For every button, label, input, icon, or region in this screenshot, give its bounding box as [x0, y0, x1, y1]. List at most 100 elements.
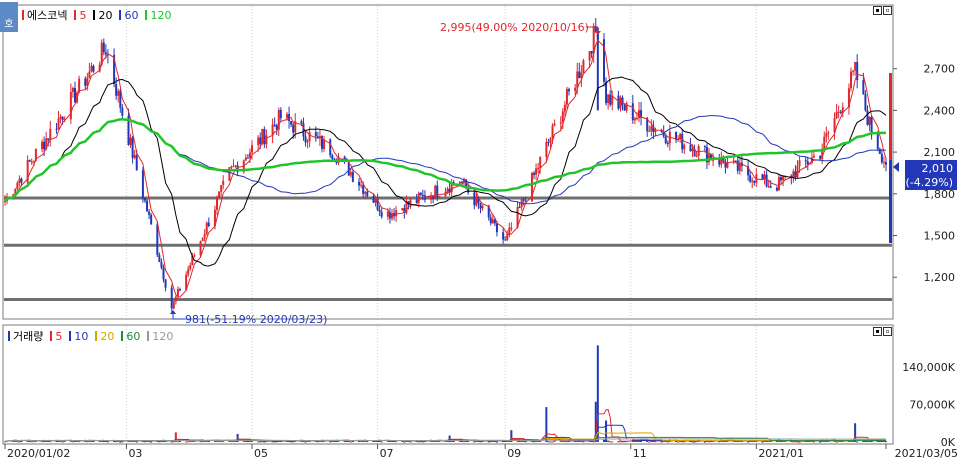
candle: [870, 116, 873, 133]
candle: [734, 160, 737, 162]
candle: [16, 182, 19, 190]
candle: [697, 146, 700, 156]
candle: [782, 175, 785, 181]
price-legend-name: 에스코넥: [27, 9, 68, 22]
volume-bar: [495, 441, 498, 443]
volume-bar: [222, 441, 225, 443]
candle: [559, 122, 562, 124]
x-tick-label: 2021/01: [758, 447, 804, 460]
volume-bar: [520, 440, 523, 442]
candle: [187, 269, 190, 275]
candle: [302, 123, 305, 137]
candle: [617, 95, 620, 109]
volume-bar: [479, 441, 482, 443]
price-panel-maximize-button[interactable]: ▫: [883, 6, 892, 15]
volume-bar: [463, 441, 466, 443]
volume-bar: [290, 441, 293, 443]
candle: [837, 111, 840, 113]
volume-bar: [121, 441, 124, 443]
ma120-marker: [145, 10, 148, 20]
candle: [20, 178, 23, 183]
volume-bar: [409, 441, 412, 443]
volume-panel-minimize-button[interactable]: ▪: [873, 327, 882, 336]
candle: [777, 177, 780, 191]
candle: [117, 90, 120, 96]
candle: [189, 265, 192, 270]
candle: [164, 279, 167, 288]
candle: [850, 71, 853, 89]
candle: [576, 71, 579, 88]
candle: [565, 89, 568, 105]
price-tick-label: 2,400: [924, 104, 956, 117]
x-tick-label: 05: [254, 447, 268, 460]
candle: [827, 132, 830, 134]
range-bar-up: [889, 73, 892, 160]
price-tick-label: 1,500: [924, 230, 956, 243]
price-panel-minimize-button[interactable]: ▪: [873, 6, 882, 15]
volume-bar: [677, 441, 680, 443]
candle: [504, 239, 507, 241]
volume-bar: [403, 441, 406, 443]
x-tick-label: 11: [633, 447, 647, 460]
vma60-label: 60: [126, 329, 141, 343]
candle: [539, 157, 542, 168]
candle: [588, 51, 591, 61]
volume-bar: [473, 441, 476, 443]
volume-bar: [551, 441, 554, 443]
candle: [364, 191, 367, 194]
vma5-marker: [50, 331, 53, 341]
candle: [605, 81, 608, 104]
volume-bar: [545, 407, 548, 442]
candle: [683, 144, 686, 150]
candle: [769, 186, 772, 188]
volume-bar: [349, 441, 352, 443]
candle: [796, 166, 799, 178]
candle: [775, 187, 778, 191]
volume-bar: [100, 440, 103, 442]
volume-bar: [467, 441, 470, 443]
volume-bar: [747, 441, 750, 443]
current-price-arrow: [893, 162, 899, 172]
candle: [724, 162, 727, 168]
chart-tab-label: 호: [4, 19, 14, 30]
candle: [222, 180, 225, 186]
candle: [131, 137, 134, 158]
y-axis-ticks: 2,7002,4002,1001,8001,5001,200140,000K70…: [893, 63, 956, 449]
candle: [609, 94, 612, 105]
candle: [246, 157, 249, 159]
candle: [331, 155, 334, 159]
candle: [635, 118, 638, 120]
candle: [218, 191, 221, 198]
candle: [329, 139, 332, 156]
price-legend-marker: [22, 10, 24, 20]
volume-bar: [549, 441, 552, 443]
candle: [84, 78, 87, 86]
candle: [533, 172, 536, 175]
candle: [156, 224, 159, 256]
candle: [18, 178, 21, 183]
price-tick-label: 1,200: [924, 271, 956, 284]
volume-bar: [366, 441, 369, 443]
candle: [73, 87, 76, 103]
volume-panel-maximize-button[interactable]: ▫: [883, 327, 892, 336]
chart-tab-icon[interactable]: 호: [0, 2, 18, 32]
candle: [438, 196, 441, 198]
candle: [71, 87, 74, 92]
x-axis-ticks: 2020/01/02 03 05 07 09 11 2021/01 2021/03/05: [4, 444, 958, 460]
volume-bar: [115, 441, 118, 443]
volume-bar: [257, 441, 260, 443]
volume-bar: [259, 441, 262, 443]
volume-bar: [516, 441, 519, 443]
x-tick-label: 2021/03/05: [895, 447, 958, 460]
vma20-marker: [95, 331, 98, 341]
candle: [631, 103, 634, 121]
volume-bar: [648, 441, 651, 443]
volume-bar: [582, 441, 585, 443]
volume-bar: [660, 441, 663, 443]
candle: [351, 172, 354, 182]
candle: [395, 210, 398, 217]
candle: [265, 135, 268, 145]
volume-bar: [150, 441, 153, 443]
candle: [386, 211, 389, 217]
candle: [522, 199, 525, 201]
